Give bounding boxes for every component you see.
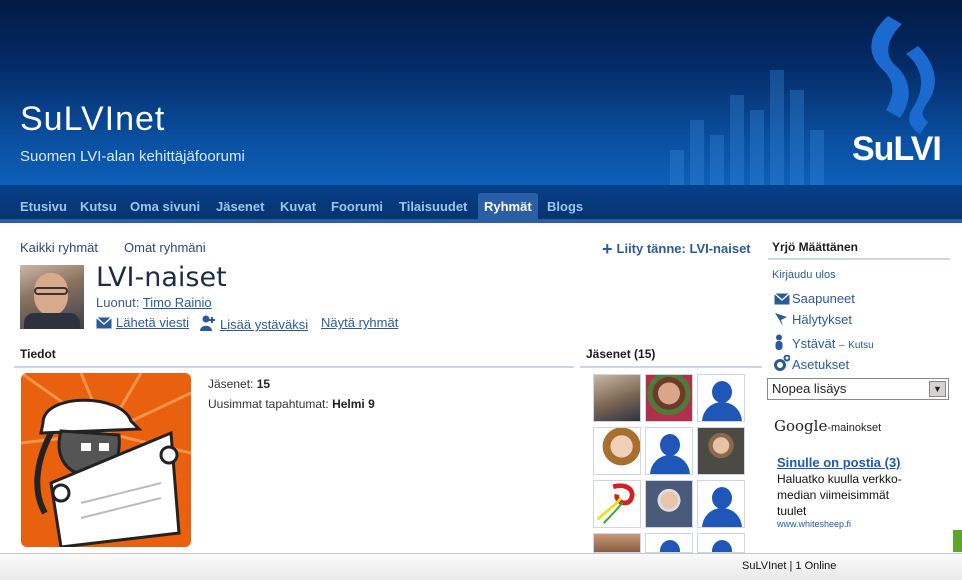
site-subtitle: Suomen LVI-alan kehittäjäfoorumi	[20, 148, 245, 165]
nav-oma-sivuni[interactable]: Oma sivuni	[124, 193, 206, 221]
alerts-link[interactable]: Hälytykset	[774, 312, 852, 329]
member-photo[interactable]	[593, 374, 641, 422]
member-photo[interactable]	[593, 427, 641, 475]
info-heading: Tiedot	[14, 344, 574, 368]
inbox-link[interactable]: Saapuneet	[774, 291, 855, 308]
members-heading: Jäsenet (15)	[580, 344, 762, 368]
feedback-tab[interactable]	[953, 530, 962, 552]
quick-add-value: Nopea lisäys	[772, 381, 847, 396]
member-photo[interactable]	[645, 374, 693, 422]
chevron-down-icon: ▼	[929, 381, 946, 397]
footer-bar: SuLVInet | 1 Online	[0, 553, 962, 580]
member-default-avatar[interactable]	[645, 427, 693, 475]
member-photo[interactable]	[593, 533, 641, 553]
invite-link[interactable]: Kutsu	[848, 340, 874, 351]
member-default-avatar[interactable]	[645, 533, 693, 553]
creator-avatar[interactable]	[20, 265, 84, 329]
sidebar-username[interactable]: Yrjö Määttänen	[772, 240, 858, 254]
member-photo[interactable]	[645, 480, 693, 528]
created-by: Luonut: Timo Rainio	[96, 295, 212, 310]
logo-text: SuLVI	[852, 130, 942, 168]
main-nav: Etusivu Kutsu Oma sivuni Jäsenet Kuvat F…	[0, 185, 962, 223]
construction-worker-icon	[21, 373, 191, 547]
nav-blogs[interactable]: Blogs	[541, 193, 589, 221]
join-group-link[interactable]: + Liity tänne: LVI-naiset	[602, 239, 751, 260]
group-title: LVI-naiset	[96, 262, 227, 293]
member-default-avatar[interactable]	[697, 480, 745, 528]
group-image	[21, 373, 191, 547]
created-by-label: Luonut:	[96, 295, 140, 310]
nav-foorumi[interactable]: Foorumi	[325, 193, 389, 221]
send-message-link[interactable]: Lähetä viesti	[96, 315, 189, 330]
ad-title-link[interactable]: Sinulle on postia (3)	[777, 455, 901, 470]
member-default-avatar[interactable]	[697, 533, 745, 553]
member-photo[interactable]	[697, 427, 745, 475]
join-label: Liity tänne: LVI-naiset	[616, 241, 751, 256]
add-user-icon	[200, 315, 215, 331]
ad-text: Haluatko kuulla verkko-median viimeisimm…	[777, 472, 902, 518]
friends-link[interactable]: Ystävät – Kutsu	[774, 334, 874, 353]
info-members: Jäsenet: 15	[208, 377, 271, 391]
all-groups-link[interactable]: Kaikki ryhmät	[20, 240, 98, 255]
logout-link[interactable]: Kirjaudu ulos	[772, 269, 836, 281]
google-logo: Google	[774, 417, 828, 435]
nav-ryhmat[interactable]: Ryhmät	[478, 193, 538, 221]
skyline-decoration	[660, 40, 860, 185]
nav-etusivu[interactable]: Etusivu	[14, 193, 73, 221]
site-header: SuLVInet Suomen LVI-alan kehittäjäfoorum…	[0, 0, 962, 185]
nav-jasenet[interactable]: Jäsenet	[210, 193, 270, 221]
nav-tilaisuudet[interactable]: Tilaisuudet	[393, 193, 473, 221]
show-groups-link[interactable]: Näytä ryhmät	[321, 315, 398, 330]
nav-kuvat[interactable]: Kuvat	[274, 193, 322, 221]
envelope-icon	[774, 292, 792, 308]
settings-link[interactable]: Asetukset	[774, 354, 849, 374]
ad-url-link[interactable]: www.whitesheep.fi	[777, 519, 851, 529]
person-icon	[774, 334, 792, 353]
sidebar-divider	[768, 258, 950, 260]
flag-icon	[774, 312, 792, 329]
info-latest: Uusimmat tapahtumat: Helmi 9	[208, 397, 375, 411]
site-title[interactable]: SuLVInet	[20, 100, 165, 139]
add-friend-link[interactable]: Lisää ystäväksi	[200, 315, 308, 332]
online-status[interactable]: SuLVInet | 1 Online	[742, 560, 836, 572]
nav-kutsu[interactable]: Kutsu	[74, 193, 123, 221]
member-photo[interactable]	[593, 480, 641, 528]
creator-link[interactable]: Timo Rainio	[143, 295, 212, 310]
quick-add-select[interactable]: Nopea lisäys ▼	[767, 378, 949, 400]
member-default-avatar[interactable]	[697, 374, 745, 422]
my-groups-link[interactable]: Omat ryhmäni	[124, 240, 206, 255]
gear-icon	[774, 354, 792, 374]
envelope-icon	[96, 317, 112, 329]
plus-icon: +	[602, 239, 613, 259]
google-ads-label: Google-mainokset	[774, 417, 882, 435]
